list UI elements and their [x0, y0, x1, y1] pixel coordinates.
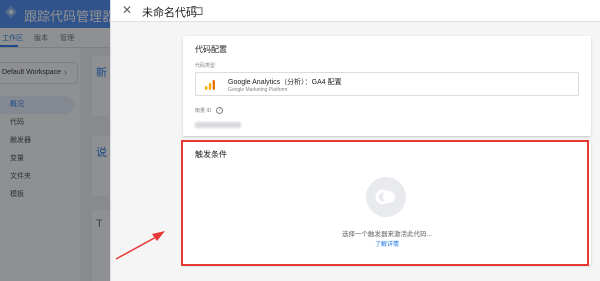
- folder-icon[interactable]: [191, 5, 203, 15]
- highlight-box: [181, 140, 589, 266]
- help-icon[interactable]: ?: [216, 107, 223, 114]
- tag-configuration-title: 代码配置: [195, 45, 227, 54]
- google-analytics-icon: [205, 80, 215, 90]
- modal-scrim[interactable]: [0, 0, 110, 281]
- panel-header: ✕ 未命名代码: [111, 0, 600, 22]
- measurement-id-label: 衡量 ID: [195, 108, 212, 114]
- tag-type-name: Google Analytics（分析）：GA4 配置: [228, 79, 342, 86]
- tag-type-selector[interactable]: Google Analytics（分析）：GA4 配置 Google Marke…: [195, 72, 579, 96]
- tag-type-label: 代码类型: [195, 63, 216, 69]
- tag-configuration-card[interactable]: 代码配置 代码类型 Google Analytics（分析）：GA4 配置 Go…: [183, 36, 591, 136]
- tag-name-title[interactable]: 未命名代码: [142, 4, 197, 20]
- measurement-id-value: [195, 122, 241, 128]
- tag-type-subtitle: Google Marketing Platform: [228, 87, 288, 93]
- close-icon[interactable]: ✕: [119, 2, 135, 18]
